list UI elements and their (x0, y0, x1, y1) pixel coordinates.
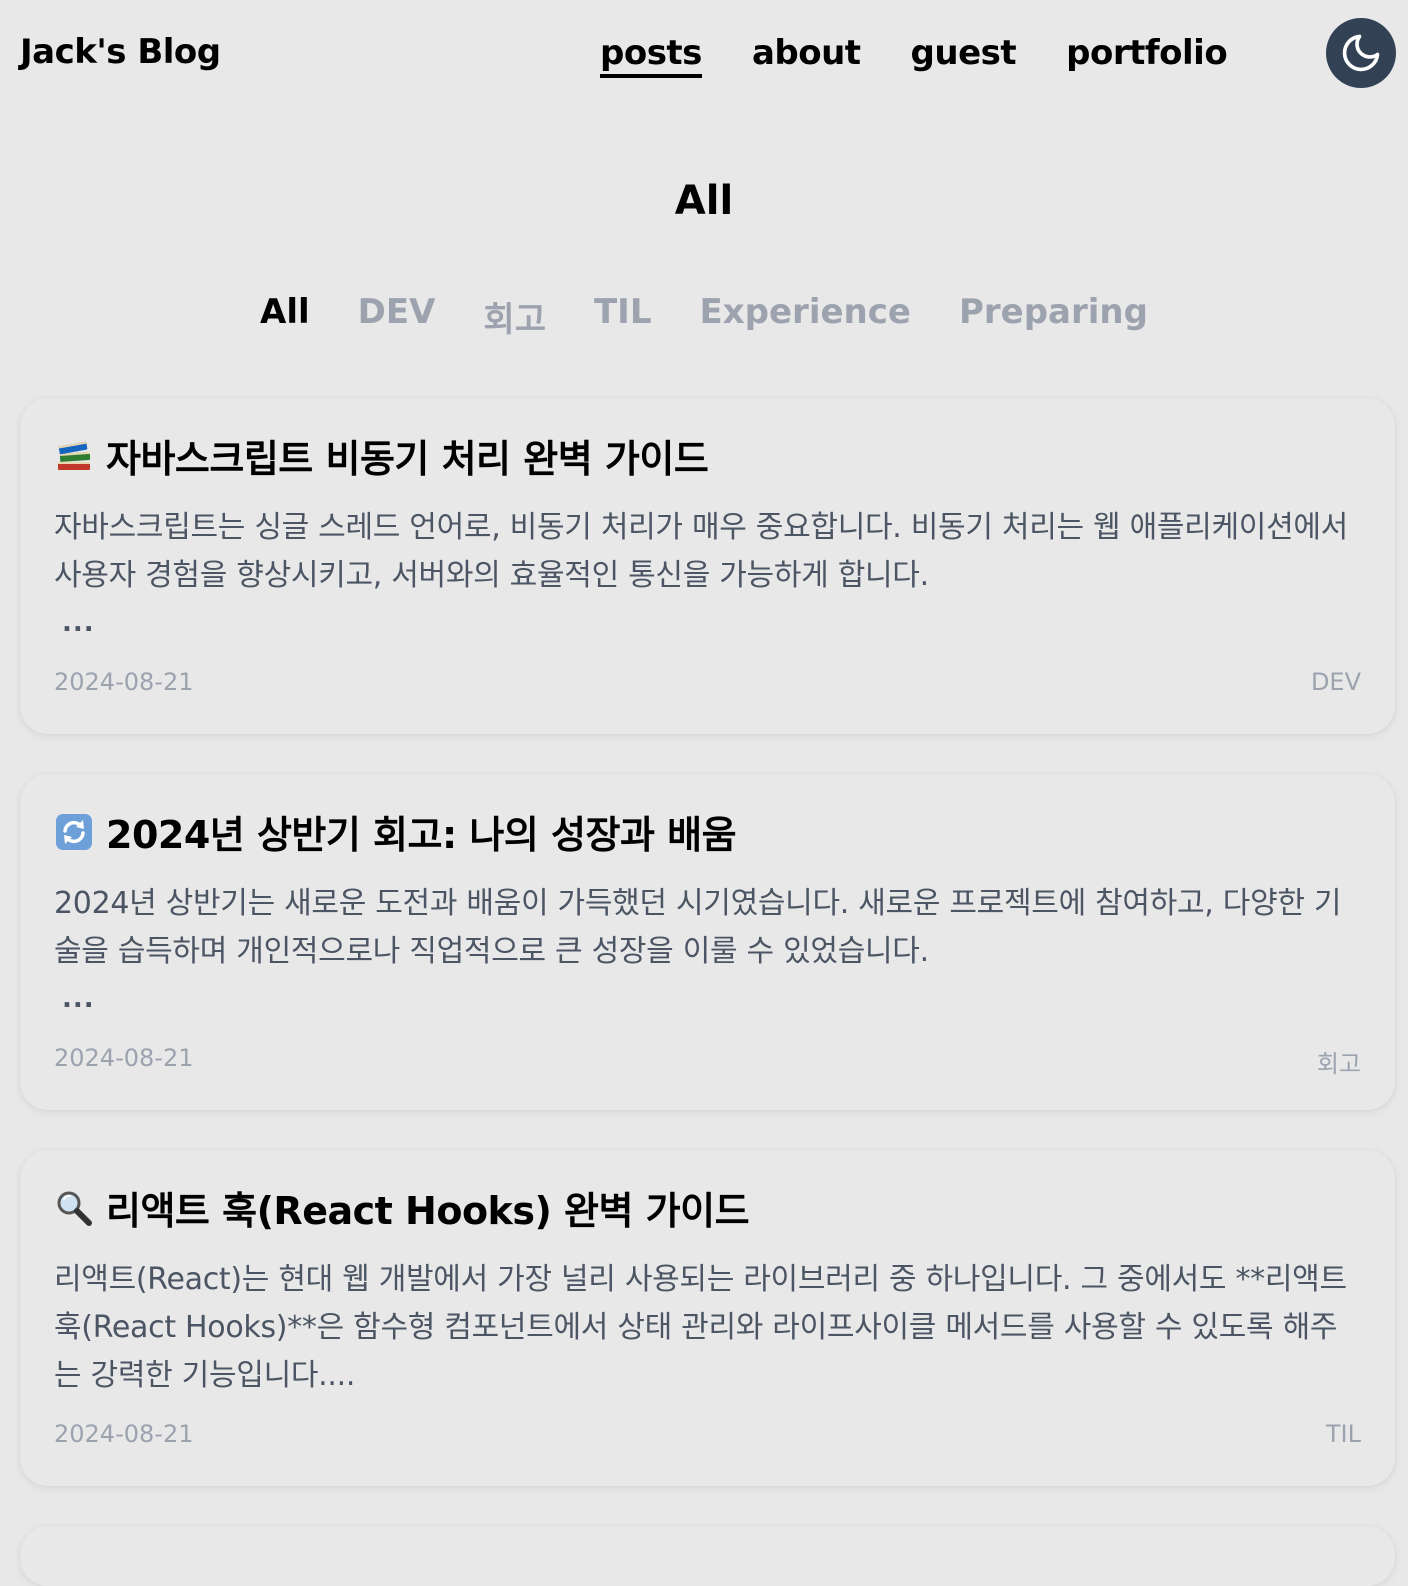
theme-toggle-button[interactable] (1326, 18, 1396, 88)
post-excerpt: 리액트(React)는 현대 웹 개발에서 가장 널리 사용되는 라이브러리 중… (54, 1262, 1347, 1393)
post-title-text: 리액트 훅(React Hooks) 완벽 가이드 (106, 1189, 750, 1233)
books-icon (54, 436, 94, 476)
nav-posts[interactable]: posts (600, 32, 702, 78)
category-preparing[interactable]: Preparing (959, 292, 1148, 341)
category-dev[interactable]: DEV (358, 292, 436, 341)
post-card[interactable]: 리액트 훅(React Hooks) 완벽 가이드 리액트(React)는 현대… (20, 1150, 1395, 1486)
nav-portfolio[interactable]: portfolio (1066, 32, 1228, 74)
post-tag: DEV (1310, 668, 1361, 696)
category-experience[interactable]: Experience (700, 292, 911, 341)
blog-brand[interactable]: Jack's Blog (20, 32, 221, 72)
category-til[interactable]: TIL (594, 292, 652, 341)
post-title: 자바스크립트 비동기 처리 완벽 가이드 (54, 428, 709, 483)
post-title: 2024년 상반기 회고: 나의 성장과 배움 (54, 804, 737, 859)
post-card[interactable]: 자바스크립트 비동기 처리 완벽 가이드 자바스크립트는 싱글 스레드 언어로,… (20, 398, 1395, 734)
moon-icon (1342, 34, 1380, 72)
post-title-text: 자바스크립트 비동기 처리 완벽 가이드 (106, 437, 709, 481)
refresh-icon (54, 812, 94, 852)
post-title: 리액트 훅(React Hooks) 완벽 가이드 (54, 1180, 750, 1235)
post-date: 2024-08-21 (54, 668, 194, 696)
post-tag: 회고 (1316, 1050, 1361, 1078)
post-ellipsis: ... (62, 984, 95, 1014)
post-tag: TIL (1325, 1420, 1361, 1448)
category-tabs: All DEV 회고 TIL Experience Preparing (0, 292, 1408, 341)
post-card[interactable]: 2024년 상반기 회고: 나의 성장과 배움 2024년 상반기는 새로운 도… (20, 774, 1395, 1110)
nav-about[interactable]: about (752, 32, 861, 74)
magnifier-icon (54, 1188, 94, 1228)
nav-guest[interactable]: guest (911, 32, 1017, 74)
post-card[interactable] (20, 1526, 1395, 1586)
main-nav: posts about guest portfolio (600, 32, 1228, 78)
category-all[interactable]: All (260, 292, 310, 341)
post-excerpt: 2024년 상반기는 새로운 도전과 배움이 가득했던 시기였습니다. 새로운 … (54, 886, 1342, 969)
category-retrospective[interactable]: 회고 (483, 292, 546, 341)
post-title-text: 2024년 상반기 회고: 나의 성장과 배움 (106, 813, 737, 857)
post-excerpt: 자바스크립트는 싱글 스레드 언어로, 비동기 처리가 매우 중요합니다. 비동… (54, 510, 1348, 593)
site-header: Jack's Blog posts about guest portfolio (0, 0, 1408, 110)
page-title: All (674, 178, 734, 224)
post-date: 2024-08-21 (54, 1044, 194, 1072)
post-date: 2024-08-21 (54, 1420, 194, 1448)
post-ellipsis: ... (62, 608, 95, 638)
